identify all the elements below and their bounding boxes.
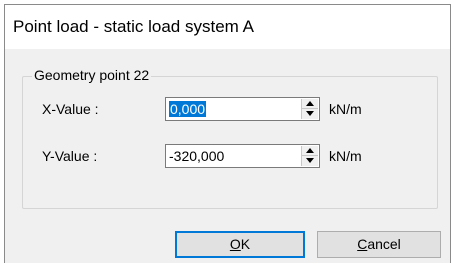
ok-button[interactable]: OK [175, 231, 305, 258]
x-value-spinner[interactable] [301, 99, 318, 119]
arrow-down-icon [306, 158, 314, 163]
y-value-input[interactable]: -320,000 [169, 148, 224, 164]
arrow-up-icon [306, 148, 314, 153]
dialog-window: Point load - static load system A Geomet… [4, 4, 451, 263]
groupbox-label: Geometry point 22 [32, 67, 152, 83]
y-value-spin-field[interactable]: -320,000 [165, 144, 320, 168]
y-value-decrement-button[interactable] [302, 156, 318, 166]
y-value-increment-button[interactable] [302, 146, 318, 156]
y-value-label: Y-Value : [42, 148, 98, 164]
ok-mnemonic: O [229, 236, 241, 252]
y-value-unit: kN/m [329, 148, 362, 164]
title-bar[interactable]: Point load - static load system A [5, 5, 450, 49]
cancel-button[interactable]: Cancel [317, 231, 441, 258]
cancel-mnemonic: C [357, 236, 368, 252]
arrow-down-icon [306, 111, 314, 116]
y-value-spinner[interactable] [301, 146, 318, 166]
ok-label-rest: K [240, 236, 251, 252]
cancel-label-rest: ancel [367, 236, 401, 252]
x-value-unit: kN/m [329, 101, 362, 117]
x-value-increment-button[interactable] [302, 99, 318, 109]
geometry-groupbox [22, 76, 438, 209]
x-value-input[interactable]: 0,000 [169, 101, 207, 117]
x-value-label: X-Value : [42, 101, 99, 117]
window-title: Point load - static load system A [13, 17, 254, 36]
x-value-decrement-button[interactable] [302, 109, 318, 119]
arrow-up-icon [306, 101, 314, 106]
x-value-spin-field[interactable]: 0,000 [165, 97, 320, 121]
